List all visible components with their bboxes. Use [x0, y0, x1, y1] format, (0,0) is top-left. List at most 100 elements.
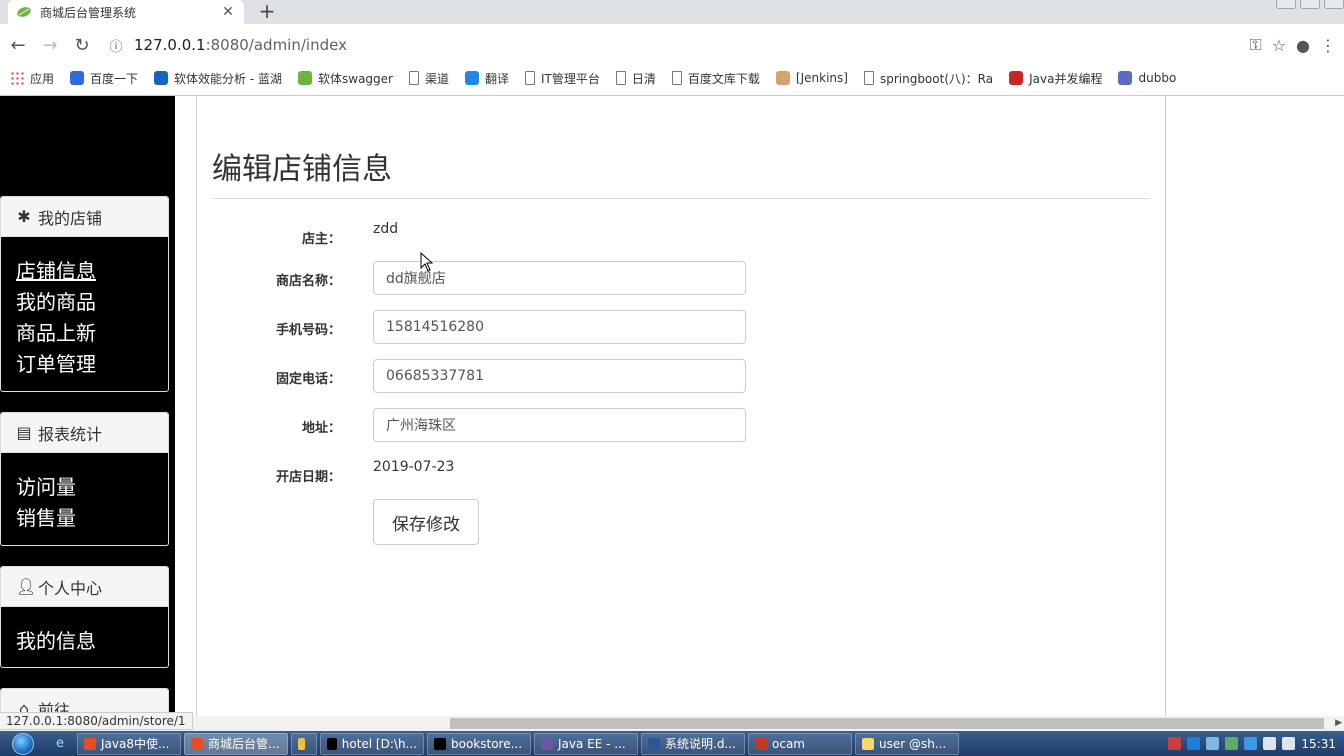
sidebar: ✱ 我的店铺 店铺信息 我的商品 商品上新 订单管理 ▤ 报表统计 访问量 销售… [0, 96, 175, 716]
bookmark-item[interactable]: 百度文库下载 [671, 70, 760, 87]
list-alt-icon: ▤ [16, 423, 32, 442]
minimize-window-button[interactable] [1276, 0, 1296, 9]
bookmark-item[interactable]: [Jenkins] [775, 71, 848, 85]
tray-icon[interactable] [1263, 737, 1277, 750]
save-changes-button[interactable]: 保存修改 [373, 499, 479, 545]
sidebar-link-orders[interactable]: 订单管理 [16, 349, 153, 380]
taskbar-item[interactable] [291, 732, 317, 755]
site-info-icon[interactable]: ⓘ [106, 36, 126, 55]
address-input[interactable] [373, 408, 746, 442]
url-host: 127.0.0.1 [134, 36, 206, 54]
tray-icon[interactable] [1168, 737, 1182, 750]
bookmark-label: 软体效能分析 - 蓝湖 [174, 71, 282, 86]
start-button[interactable] [0, 731, 46, 756]
owner-value: zdd [373, 221, 399, 237]
taskbar-item[interactable]: Java8中使... [77, 732, 181, 755]
bookmark-item[interactable]: springboot(八)：Ra [863, 70, 994, 87]
reload-icon[interactable]: ↻ [66, 29, 98, 61]
taskbar-item-label: hotel [D:\h... [341, 736, 417, 751]
app-icon [648, 737, 660, 750]
restore-window-button[interactable] [1300, 0, 1320, 9]
apps-grid-icon [10, 71, 24, 85]
bookmark-item[interactable]: 翻译 [465, 70, 509, 87]
taskbar-item[interactable]: 商城后台管... [184, 732, 288, 755]
taskbar-item[interactable]: Java EE - ... [534, 732, 638, 755]
sidebar-link-store-info[interactable]: 店铺信息 [16, 256, 153, 287]
tab-title: 商城后台管理系统 [40, 5, 137, 20]
tray-icon[interactable] [1225, 737, 1239, 750]
address-bar[interactable]: ⓘ 127.0.0.1:8080/admin/index [106, 30, 1250, 60]
system-tray: 15:31 [1160, 737, 1344, 751]
windows-taskbar: e Java8中使... 商城后台管... hotel [D:\h... bookst… [0, 731, 1344, 756]
key-icon[interactable]: ⚿ [1250, 35, 1262, 55]
bookmarks-bar: 应用 百度一下 软体效能分析 - 蓝湖 软体swagger 渠道 翻译 IT管理平台 日清 百度… [0, 66, 1344, 90]
taskbar-item[interactable]: user @sh... [855, 732, 959, 755]
bookmark-label: Java并发编程 [1029, 71, 1103, 86]
owner-label: 店主： [301, 232, 341, 247]
bookmark-item[interactable]: IT管理平台 [525, 70, 600, 87]
browser-tab-active[interactable]: 商城后台管理系统 ✕ [8, 0, 244, 24]
sidebar-link-new-products[interactable]: 商品上新 [16, 318, 153, 349]
taskbar-item[interactable]: bookstore... [427, 732, 531, 755]
new-tab-button[interactable]: + [256, 0, 278, 24]
tel-input[interactable] [373, 359, 746, 393]
csdn-icon [1009, 71, 1024, 85]
forward-arrow-icon[interactable]: → [34, 29, 66, 61]
clock[interactable]: 15:31 [1301, 737, 1336, 751]
taskbar-item-label: bookstore... [451, 736, 523, 751]
tray-icon[interactable] [1244, 737, 1258, 750]
status-bar-url: 127.0.0.1:8080/admin/store/1 [0, 712, 193, 730]
account-icon[interactable]: ● [1296, 36, 1310, 55]
bookmark-item[interactable]: 百度一下 [70, 70, 138, 87]
url-path: :8080/admin/index [205, 36, 347, 54]
bookmark-item[interactable]: 日清 [615, 70, 656, 87]
bookmark-star-icon[interactable]: ☆ [1272, 36, 1286, 55]
panel-body: 访问量 销售量 [1, 453, 168, 544]
ie-icon[interactable]: e [46, 733, 74, 755]
baidu-paw-icon [70, 71, 85, 85]
tray-icon[interactable] [1206, 737, 1220, 750]
tray-icon[interactable] [1282, 737, 1296, 750]
bookmark-item[interactable]: Java并发编程 [1009, 70, 1102, 87]
scrollbar-thumb[interactable] [450, 718, 1324, 729]
mouse-cursor-icon [420, 252, 434, 272]
panel-heading: 👤︎ 个人中心 [1, 567, 168, 607]
menu-kebab-icon[interactable]: ⋮ [1320, 36, 1336, 55]
bookmark-item[interactable]: 软体swagger [298, 70, 393, 87]
open-date-value: 2019-07-23 [373, 459, 455, 475]
tray-icon[interactable] [1187, 737, 1201, 750]
panel-title: 个人中心 [38, 578, 103, 598]
bookmark-item[interactable]: 应用 [10, 70, 54, 87]
phone-label: 手机号码： [275, 323, 341, 338]
sidebar-link-my-products[interactable]: 我的商品 [16, 287, 153, 318]
phone-input[interactable] [373, 310, 746, 344]
back-arrow-icon[interactable]: ← [2, 29, 34, 61]
close-tab-icon[interactable]: ✕ [220, 4, 236, 20]
bookmark-label: springboot(八)：Ra [879, 71, 994, 86]
sidebar-link-sales[interactable]: 销售量 [16, 503, 153, 534]
horizontal-scrollbar[interactable]: ▶ [0, 716, 1344, 731]
bookmark-label: 日清 [631, 71, 656, 86]
taskbar-item[interactable]: 系统说明.d... [641, 732, 745, 755]
leaf-favicon-icon [17, 7, 31, 17]
taskbar-item[interactable]: ocam [748, 732, 852, 755]
windows-orb-icon [12, 732, 34, 755]
sidebar-link-visits[interactable]: 访问量 [16, 472, 153, 503]
bookmark-item[interactable]: 软体效能分析 - 蓝湖 [154, 70, 282, 87]
taskbar-item-label: user @sh... [879, 736, 947, 751]
close-window-button[interactable] [1324, 0, 1344, 9]
lanhu-icon [154, 71, 169, 85]
taskbar-item-label: 系统说明.d... [665, 737, 736, 751]
app-icon [298, 737, 305, 750]
bookmark-label: 翻译 [485, 71, 510, 86]
bookmark-item[interactable]: dubbo [1118, 71, 1176, 85]
taskbar-item[interactable]: hotel [D:\h... [320, 732, 424, 755]
sidebar-link-my-info[interactable]: 我的信息 [16, 626, 153, 657]
title-divider [212, 198, 1151, 199]
bookmark-label: 百度一下 [90, 71, 139, 86]
scroll-right-arrow-icon[interactable]: ▶ [1335, 718, 1342, 728]
cloud-icon [863, 71, 874, 85]
user-icon: 👤︎ [16, 577, 37, 596]
bookmark-item[interactable]: 渠道 [408, 70, 449, 87]
browser-tabstrip: 商城后台管理系统 ✕ + [0, 0, 1344, 24]
